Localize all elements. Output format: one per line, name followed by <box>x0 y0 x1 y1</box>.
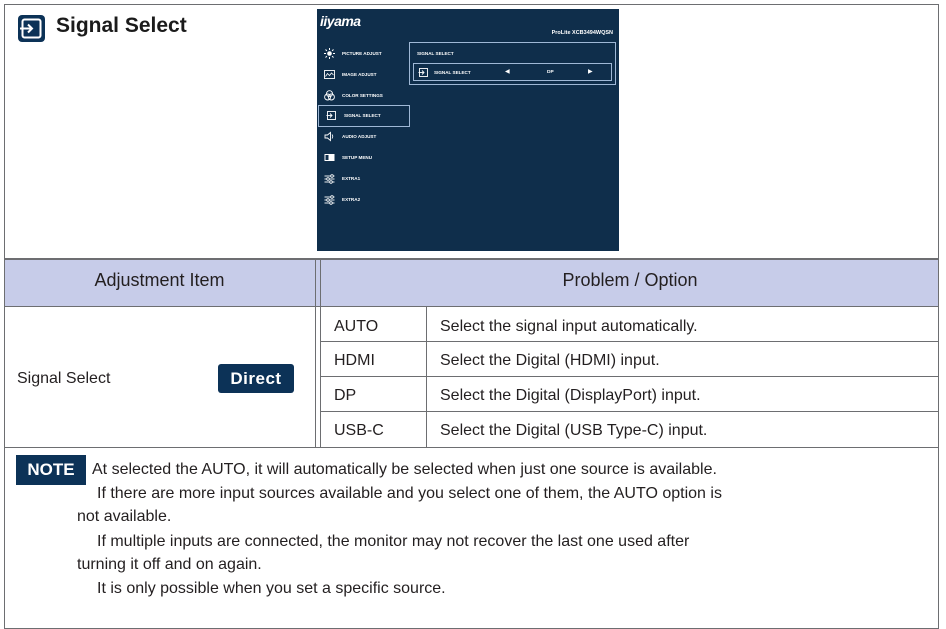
left-arrow-icon[interactable]: ◀ <box>505 68 510 75</box>
row-divider <box>320 341 939 342</box>
osd-menu-item-signal-select[interactable]: SIGNAL SELECT <box>318 105 410 127</box>
signal-input-icon <box>326 111 336 120</box>
sliders-icon <box>324 174 335 184</box>
osd-signal-value: DP <box>547 70 554 75</box>
osd-logo: iiyama <box>320 13 361 29</box>
table-header-option: Problem / Option <box>562 270 698 290</box>
osd-menu-item-extra2[interactable]: EXTRA2 <box>317 190 407 209</box>
row-divider <box>320 411 939 412</box>
note-line: If multiple inputs are connected, the mo… <box>97 533 690 550</box>
right-arrow-icon[interactable]: ▶ <box>588 68 593 75</box>
row-divider <box>4 306 939 307</box>
setup-menu-icon <box>324 154 335 161</box>
page-title: Signal Select <box>56 14 187 37</box>
table-header-item: Adjustment Item <box>94 270 225 290</box>
column-divider <box>320 260 321 447</box>
osd-model-label: ProLite XCB3494WQSN <box>551 30 613 36</box>
option-key: HDMI <box>334 352 375 369</box>
row-divider <box>320 376 939 377</box>
option-key: USB-C <box>334 422 384 439</box>
row-divider <box>4 447 939 448</box>
sun-icon <box>324 48 335 59</box>
option-key: AUTO <box>334 318 379 335</box>
osd-menu-item-picture-adjust[interactable]: PICTURE ADJUST <box>317 44 407 63</box>
note-line: If there are more input sources availabl… <box>97 485 722 502</box>
note-line: not available. <box>77 508 172 525</box>
osd-submenu-panel: SIGNAL SELECT SIGNAL SELECT ◀ DP ▶ <box>409 42 616 85</box>
column-divider <box>315 260 316 447</box>
note-badge: NOTE <box>16 455 86 485</box>
osd-signal-select-row[interactable]: SIGNAL SELECT ◀ DP ▶ <box>413 63 612 81</box>
option-description: Select the Digital (USB Type-C) input. <box>440 422 708 439</box>
note-line: turning it off and on again. <box>77 556 262 573</box>
note-line: At selected the AUTO, it will automatica… <box>92 461 717 478</box>
color-settings-icon <box>324 90 335 101</box>
osd-menu-item-audio-adjust[interactable]: AUDIO ADJUST <box>317 127 407 146</box>
signal-input-icon <box>418 68 428 77</box>
sliders-icon <box>324 195 335 205</box>
speaker-icon <box>324 131 334 142</box>
note-line: It is only possible when you set a speci… <box>97 580 446 597</box>
osd-screen: iiyama ProLite XCB3494WQSN PICTURE ADJUS… <box>317 9 619 251</box>
signal-input-icon <box>18 15 45 42</box>
option-key: DP <box>334 387 357 404</box>
osd-menu-item-color-settings[interactable]: COLOR SETTINGS <box>317 86 407 105</box>
osd-signal-select-label: SIGNAL SELECT <box>434 70 471 75</box>
option-description: Select the signal input automatically. <box>440 318 698 335</box>
osd-menu-item-image-adjust[interactable]: IMAGE ADJUST <box>317 65 407 84</box>
adjustment-item-label: Signal Select <box>17 370 111 387</box>
osd-menu-item-setup-menu[interactable]: SETUP MENU <box>317 148 407 167</box>
direct-badge: Direct <box>218 364 294 393</box>
option-description: Select the Digital (HDMI) input. <box>440 352 660 369</box>
option-column-divider <box>426 307 427 447</box>
option-description: Select the Digital (DisplayPort) input. <box>440 387 701 404</box>
image-adjust-icon <box>324 70 335 79</box>
osd-menu-item-extra1[interactable]: EXTRA1 <box>317 169 407 188</box>
osd-submenu-title: SIGNAL SELECT <box>417 51 454 56</box>
